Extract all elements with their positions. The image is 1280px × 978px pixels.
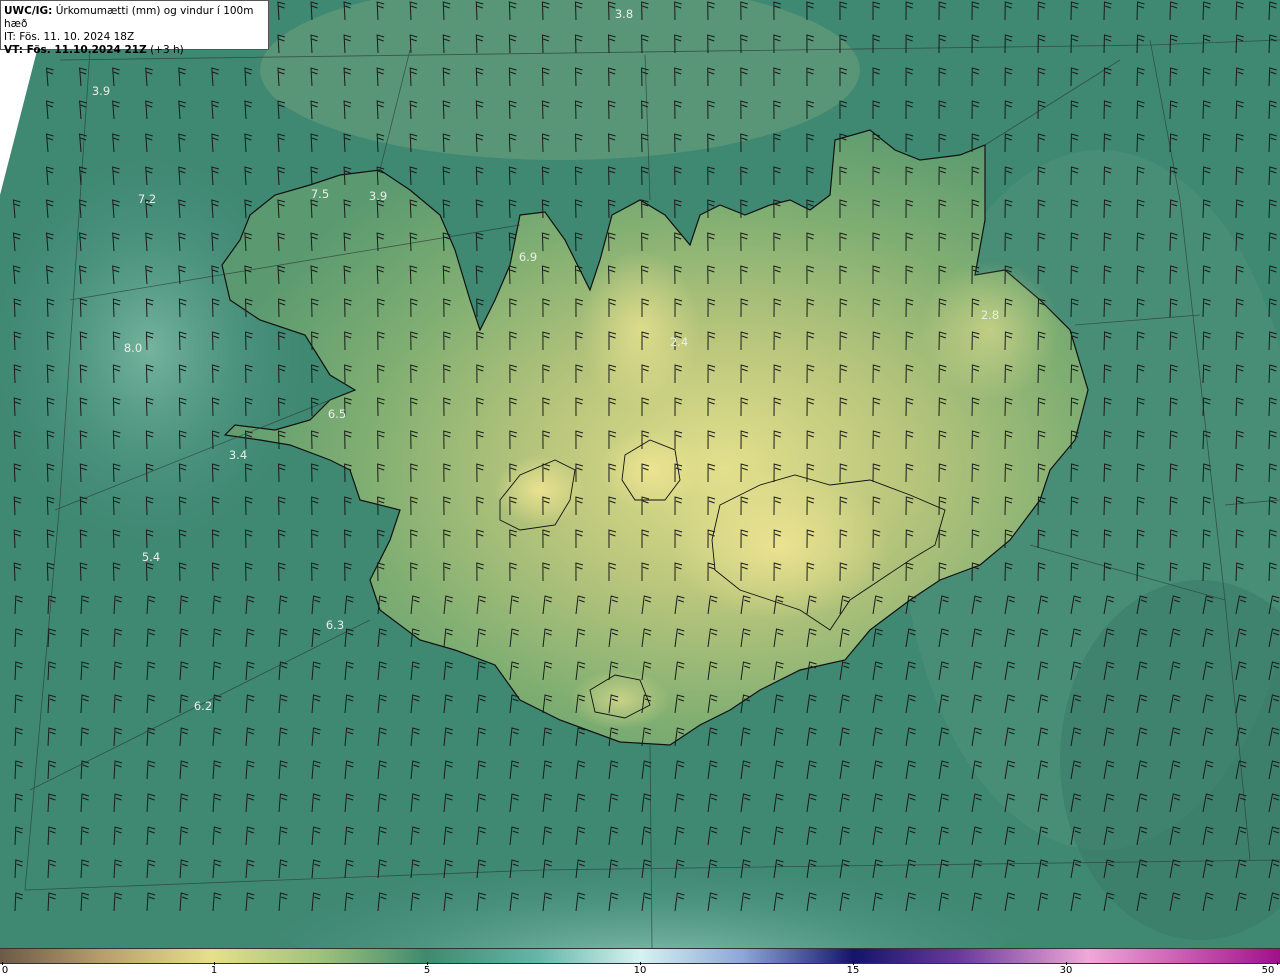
map-header: UWC/IG: Úrkomumætti (mm) og vindur í 100… (0, 0, 269, 56)
map-value-label: 7.2 (137, 192, 157, 206)
init-time: IT: Fös. 11. 10. 2024 18Z (4, 31, 135, 43)
map-value-label: 6.3 (325, 618, 345, 632)
map-value-label: 3.4 (228, 448, 248, 462)
map-value-label: 2.4 (669, 335, 689, 349)
colorbar-tick (1277, 962, 1278, 965)
valid-time-line: VT: Fös. 11.10.2024 21Z (+3 h) (4, 44, 265, 57)
map-value-label: 7.5 (310, 187, 330, 201)
header-title-line: UWC/IG: Úrkomumætti (mm) og vindur í 100… (4, 5, 265, 31)
map-value-label: 6.2 (193, 699, 213, 713)
map-value-label: 3.9 (91, 84, 111, 98)
map-value-label: 5.4 (141, 550, 161, 564)
valid-time: VT: Fös. 11.10.2024 21Z (4, 44, 147, 56)
colorbar-tick-label: 1 (210, 965, 218, 976)
map-value-label: 3.8 (614, 7, 634, 21)
map-value-label: 3.9 (368, 189, 388, 203)
forecast-offset: (+3 h) (150, 44, 184, 56)
precipitation-map (0, 0, 1280, 948)
map-value-label: 2.8 (980, 308, 1000, 322)
map-value-label: 6.9 (518, 250, 538, 264)
colorbar-tick-label: 15 (846, 965, 860, 976)
colorbar-tick-label: 0 (1, 965, 9, 976)
map-value-label: 6.5 (327, 407, 347, 421)
model-name: UWC/IG: (4, 5, 53, 17)
map-value-label: 8.0 (123, 341, 143, 355)
colorbar-tick-label: 10 (633, 965, 647, 976)
colorbar-tick-label: 30 (1059, 965, 1073, 976)
colorbar-tick-label: 5 (423, 965, 431, 976)
colorbar-tick-label: 50 (1261, 965, 1275, 976)
